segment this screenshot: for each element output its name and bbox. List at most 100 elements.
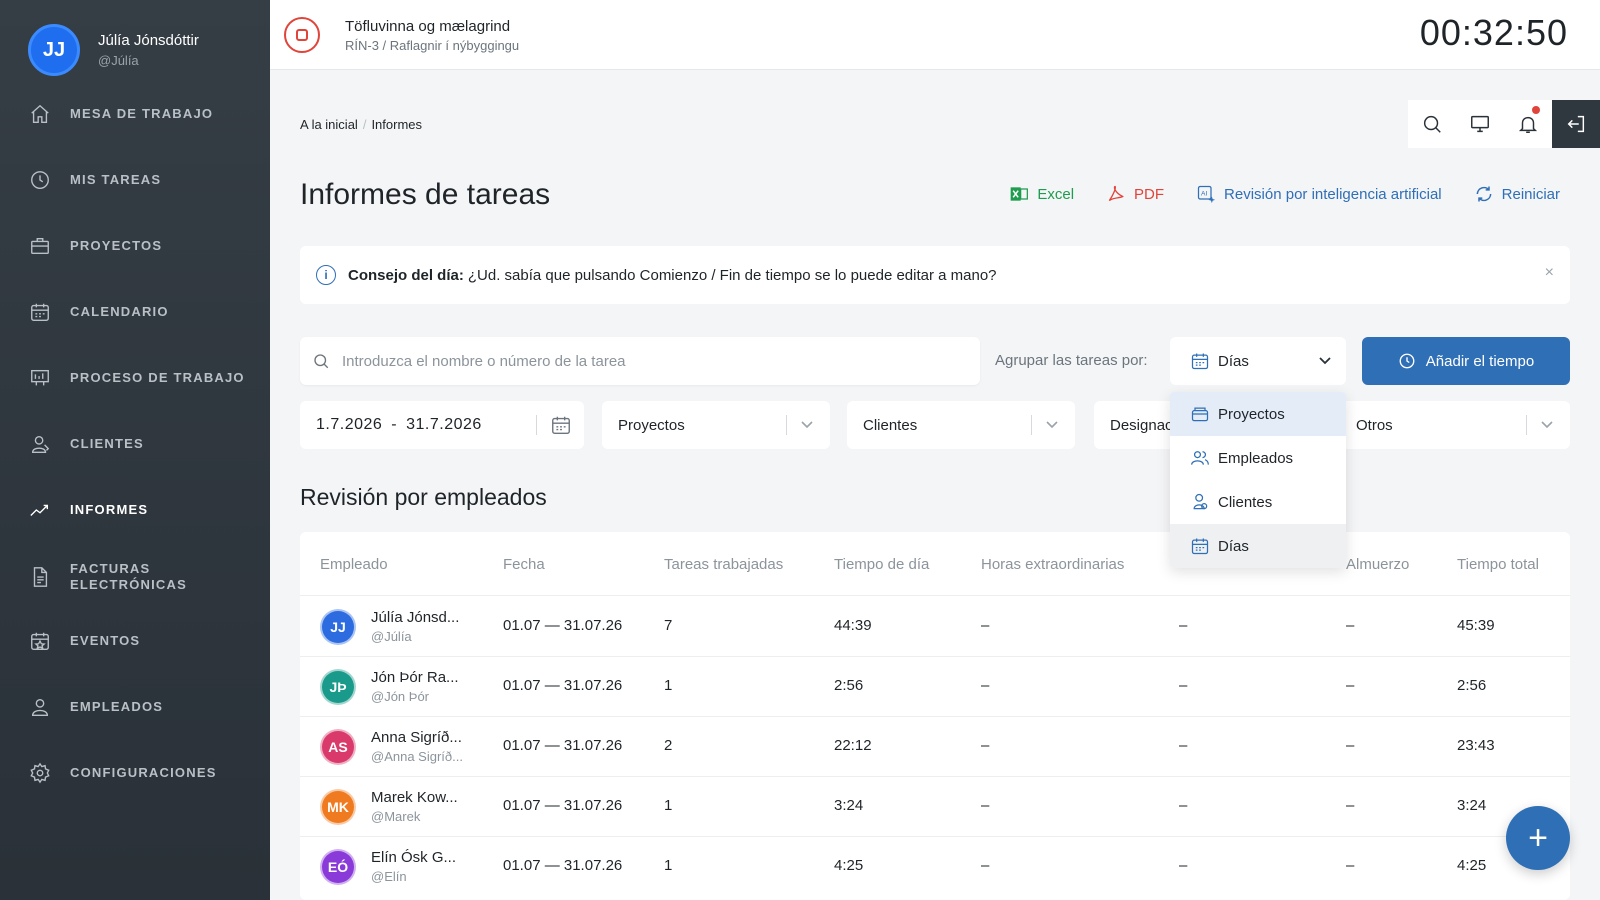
user-profile[interactable]: JJ Júlía Jónsdóttir @Júlía (28, 24, 199, 76)
sidebar-item-configuraciones[interactable]: CONFIGURACIONES (28, 761, 268, 785)
employees-table: Empleado Fecha Tareas trabajadas Tiempo … (300, 532, 1570, 900)
sidebar-item-clientes[interactable]: CLIENTES (28, 432, 268, 456)
gear-icon (28, 761, 52, 785)
box-icon (1191, 407, 1209, 422)
page-title: Informes de tareas (300, 178, 551, 211)
sidebar-item-mesa-de-trabajo[interactable]: MESA DE TRABAJO (28, 102, 268, 126)
group-by-select[interactable]: Días (1170, 337, 1346, 385)
employee-handle: @Elín (371, 869, 407, 884)
employee-name: Anna Sigríð... (371, 729, 462, 746)
group-option-employees[interactable]: Empleados (1170, 436, 1346, 480)
column-header[interactable]: Tiempo total (1457, 556, 1539, 573)
breadcrumb-separator: / (362, 117, 367, 132)
add-fab-button[interactable]: + (1506, 806, 1570, 870)
search-button[interactable] (1408, 100, 1456, 148)
top-bar: Töfluvinna og mælagrind RÍN-3 / Raflagni… (270, 0, 1600, 70)
column-header[interactable]: Tareas trabajadas (664, 556, 783, 573)
table-row[interactable]: EÓ Elín Ósk G... @Elín 01.07 — 31.07.26 … (300, 837, 1570, 897)
timer-display: 00:32:50 (1419, 12, 1568, 53)
reset-button[interactable]: Reiniciar (1474, 184, 1560, 204)
sidebar-item-label: EMPLEADOS (70, 699, 164, 714)
avatar: MK (320, 789, 356, 825)
column-header[interactable]: Tiempo de día (834, 556, 929, 573)
column-header[interactable]: Almuerzo (1346, 556, 1409, 573)
stop-timer-button[interactable] (284, 17, 320, 53)
screen-button[interactable] (1456, 100, 1504, 148)
employee-handle: @Jón Þór (371, 689, 429, 704)
breadcrumb: A la inicial / Informes (300, 117, 422, 132)
export-excel-button[interactable]: Excel (1009, 184, 1074, 204)
bell-icon (1518, 116, 1538, 133)
add-time-button[interactable]: Añadir el tiempo (1362, 337, 1570, 385)
export-excel-label: Excel (1037, 185, 1075, 203)
user-handle: @Júlía (98, 53, 139, 68)
table-row[interactable]: JÞ Jón Þór Ra... @Jón Þór 01.07 — 31.07.… (300, 657, 1570, 717)
search-input[interactable] (342, 352, 942, 370)
sidebar-item-calendario[interactable]: CALENDARIO (28, 300, 268, 324)
sidebar-item-facturas-electronicas[interactable]: FACTURAS ELECTRÓNICAS (28, 561, 268, 593)
sidebar: JJ Júlía Jónsdóttir @Júlía MESA DE TRABA… (0, 0, 270, 900)
group-option-projects[interactable]: Proyectos (1170, 392, 1346, 436)
search-icon (1423, 115, 1441, 133)
avatar: JJ (320, 609, 356, 645)
svg-text:AI: AI (1201, 191, 1207, 198)
group-by-label: Agrupar las tareas por: (995, 352, 1148, 369)
chevron-down-icon (1046, 421, 1058, 429)
others-filter[interactable]: Otros (1340, 401, 1570, 449)
tip-text: ¿Ud. sabía que pulsando Comienzo / Fin d… (467, 266, 997, 284)
sidebar-item-informes[interactable]: INFORMES (28, 498, 268, 522)
overtime-cell: – (981, 857, 990, 874)
sidebar-item-label: MESA DE TRABAJO (70, 106, 214, 121)
tasks-cell: 2 (664, 737, 673, 754)
table-row[interactable]: JJ Júlía Jónsd... @Júlía 01.07 — 31.07.2… (300, 597, 1570, 657)
column-header[interactable]: Horas extraordinarias (981, 556, 1124, 573)
export-pdf-label: PDF (1134, 185, 1165, 203)
report-actions: Excel PDF AI Revisión por inteligencia a… (1009, 184, 1560, 204)
calendar-icon (1191, 353, 1209, 370)
sidebar-item-eventos[interactable]: EVENTOS (28, 629, 268, 653)
avatar: AS (320, 729, 356, 765)
breadcrumb-home-link[interactable]: A la inicial (300, 117, 358, 132)
option-label: Días (1218, 537, 1249, 555)
group-option-clients[interactable]: Clientes (1170, 480, 1346, 524)
sidebar-item-proyectos[interactable]: PROYECTOS (28, 234, 268, 258)
overtime-cell: – (981, 737, 990, 754)
sidebar-item-mis-tareas[interactable]: MIS TAREAS (28, 168, 268, 192)
date-range-filter[interactable]: 1.7.2026 - 31.7.2026 (300, 401, 584, 449)
clients-filter[interactable]: Clientes (847, 401, 1075, 449)
table-row[interactable]: AS Anna Sigríð... @Anna Sigríð... 01.07 … (300, 717, 1570, 777)
column-header[interactable]: Empleado (320, 556, 388, 573)
projects-filter[interactable]: Proyectos (602, 401, 830, 449)
tasks-cell: 7 (664, 617, 673, 634)
employee-name: Júlía Jónsd... (371, 609, 460, 626)
divider (1526, 415, 1527, 435)
utility-toolbar (1408, 100, 1600, 148)
home-icon (28, 102, 52, 126)
sidebar-item-proceso-de-trabajo[interactable]: PROCESO DE TRABAJO (28, 366, 268, 390)
avatar[interactable]: JJ (28, 24, 80, 76)
column-header[interactable]: Fecha (503, 556, 545, 573)
active-task-title[interactable]: Töfluvinna og mælagrind (345, 18, 510, 35)
date-to: 31.7.2026 (406, 416, 482, 433)
table-row[interactable]: MK Marek Kow... @Marek 01.07 — 31.07.26 … (300, 777, 1570, 837)
projects-filter-label: Proyectos (618, 416, 685, 434)
sidebar-item-label: CALENDARIO (70, 304, 169, 319)
total-time-cell: 23:43 (1457, 737, 1495, 754)
logout-button[interactable] (1552, 100, 1600, 148)
tip-title: Consejo del día: (348, 266, 464, 284)
group-option-days[interactable]: Días (1170, 524, 1346, 568)
pdf-icon (1108, 185, 1124, 202)
close-icon[interactable]: × (1545, 264, 1554, 282)
export-pdf-button[interactable]: PDF (1106, 184, 1164, 204)
group-by-dropdown: Proyectos Empleados Clientes Días (1170, 392, 1346, 568)
notifications-button[interactable] (1504, 100, 1552, 148)
sidebar-item-label: CONFIGURACIONES (70, 765, 217, 780)
sidebar-item-empleados[interactable]: EMPLEADOS (28, 695, 268, 719)
ai-review-button[interactable]: AI Revisión por inteligencia artificial (1196, 184, 1442, 204)
employee-name: Marek Kow... (371, 789, 458, 806)
overtime-cell: – (981, 617, 990, 634)
calendar-icon[interactable] (550, 414, 572, 436)
tasks-cell: 1 (664, 857, 673, 874)
reset-label: Reiniciar (1501, 185, 1560, 203)
total-time-cell: 45:39 (1457, 617, 1495, 634)
